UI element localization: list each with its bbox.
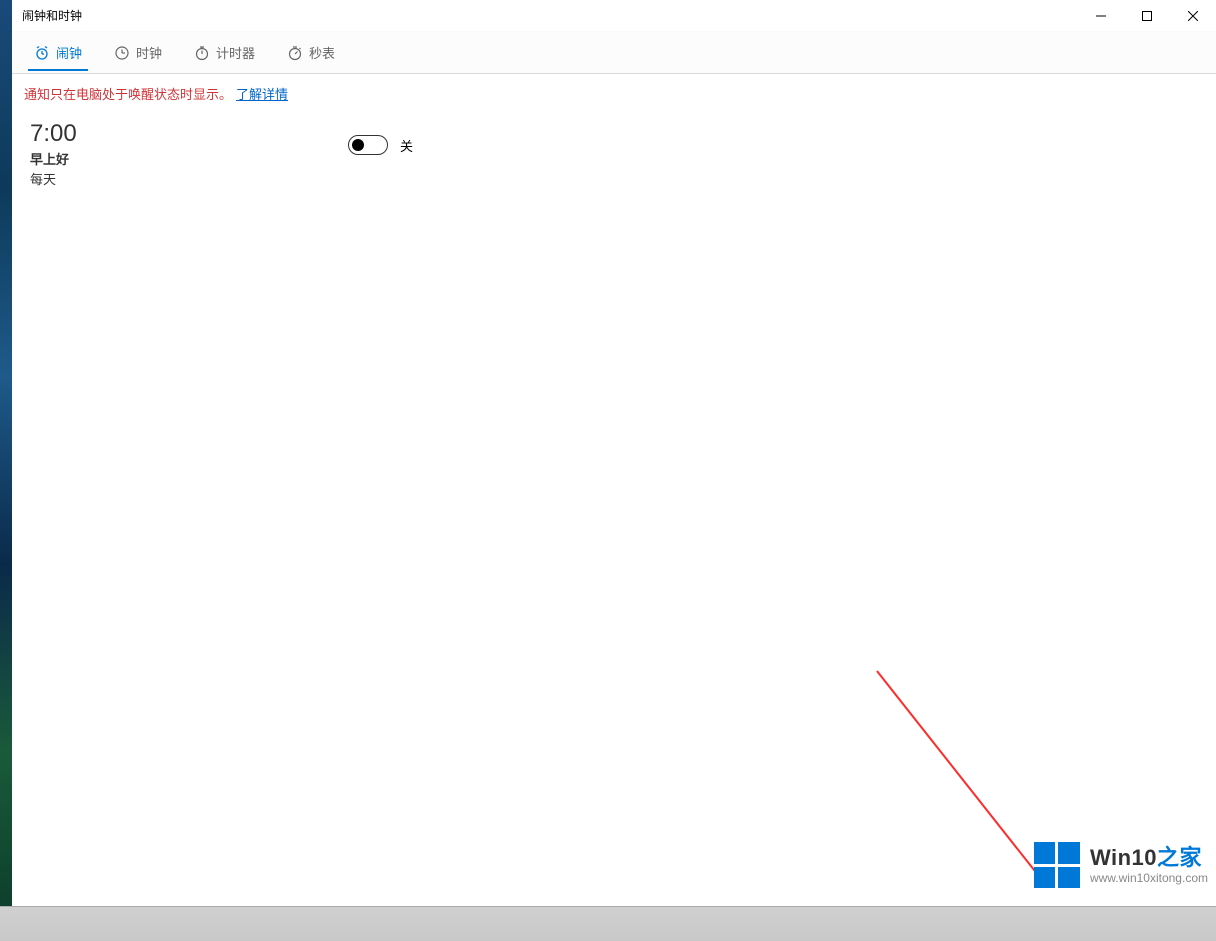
toggle-knob — [352, 139, 364, 151]
clock-icon — [114, 45, 130, 61]
notice-text: 通知只在电脑处于唤醒状态时显示。 — [24, 84, 232, 103]
windows-logo-icon — [1034, 842, 1080, 888]
notice-link[interactable]: 了解详情 — [236, 84, 288, 103]
annotation-arrow — [12, 111, 1216, 906]
watermark-url: www.win10xitong.com — [1090, 871, 1208, 885]
tab-label: 闹钟 — [56, 43, 82, 62]
titlebar: 闹钟和时钟 — [12, 0, 1216, 32]
content-area: 7:00 早上好 每天 关 Win10之家 www.win10 — [12, 111, 1216, 906]
tab-label: 秒表 — [309, 43, 335, 62]
taskbar[interactable] — [0, 906, 1216, 941]
desktop-background-strip — [0, 0, 12, 941]
tab-stopwatch[interactable]: 秒表 — [273, 35, 349, 70]
alarm-toggle[interactable] — [348, 135, 388, 155]
tab-clock[interactable]: 时钟 — [100, 35, 176, 70]
window-controls — [1078, 0, 1216, 32]
window-title: 闹钟和时钟 — [22, 7, 82, 24]
notice-bar: 通知只在电脑处于唤醒状态时显示。 了解详情 — [12, 74, 1216, 111]
tab-label: 计时器 — [216, 43, 255, 62]
minimize-button[interactable] — [1078, 0, 1124, 32]
stopwatch-icon — [287, 45, 303, 61]
alarm-icon — [34, 45, 50, 61]
watermark-title-prefix: Win10 — [1090, 845, 1157, 870]
toggle-state-label: 关 — [400, 136, 413, 155]
tab-label: 时钟 — [136, 43, 162, 62]
close-button[interactable] — [1170, 0, 1216, 32]
watermark-title-suffix: 之家 — [1157, 845, 1202, 870]
alarm-name: 早上好 — [30, 149, 330, 168]
watermark-text: Win10之家 www.win10xitong.com — [1090, 845, 1208, 886]
tab-alarm[interactable]: 闹钟 — [20, 35, 96, 70]
tab-bar: 闹钟 时钟 计时器 秒表 — [12, 32, 1216, 74]
alarm-repeat: 每天 — [30, 169, 330, 188]
alarm-item[interactable]: 7:00 早上好 每天 关 — [30, 115, 1198, 194]
alarms-clock-window: 闹钟和时钟 闹钟 时钟 — [12, 0, 1216, 906]
watermark: Win10之家 www.win10xitong.com — [1034, 842, 1208, 888]
tab-timer[interactable]: 计时器 — [180, 35, 269, 70]
maximize-button[interactable] — [1124, 0, 1170, 32]
alarm-toggle-wrap: 关 — [348, 135, 413, 155]
timer-icon — [194, 45, 210, 61]
alarm-time: 7:00 — [30, 121, 330, 147]
alarm-info: 7:00 早上好 每天 — [30, 121, 330, 188]
